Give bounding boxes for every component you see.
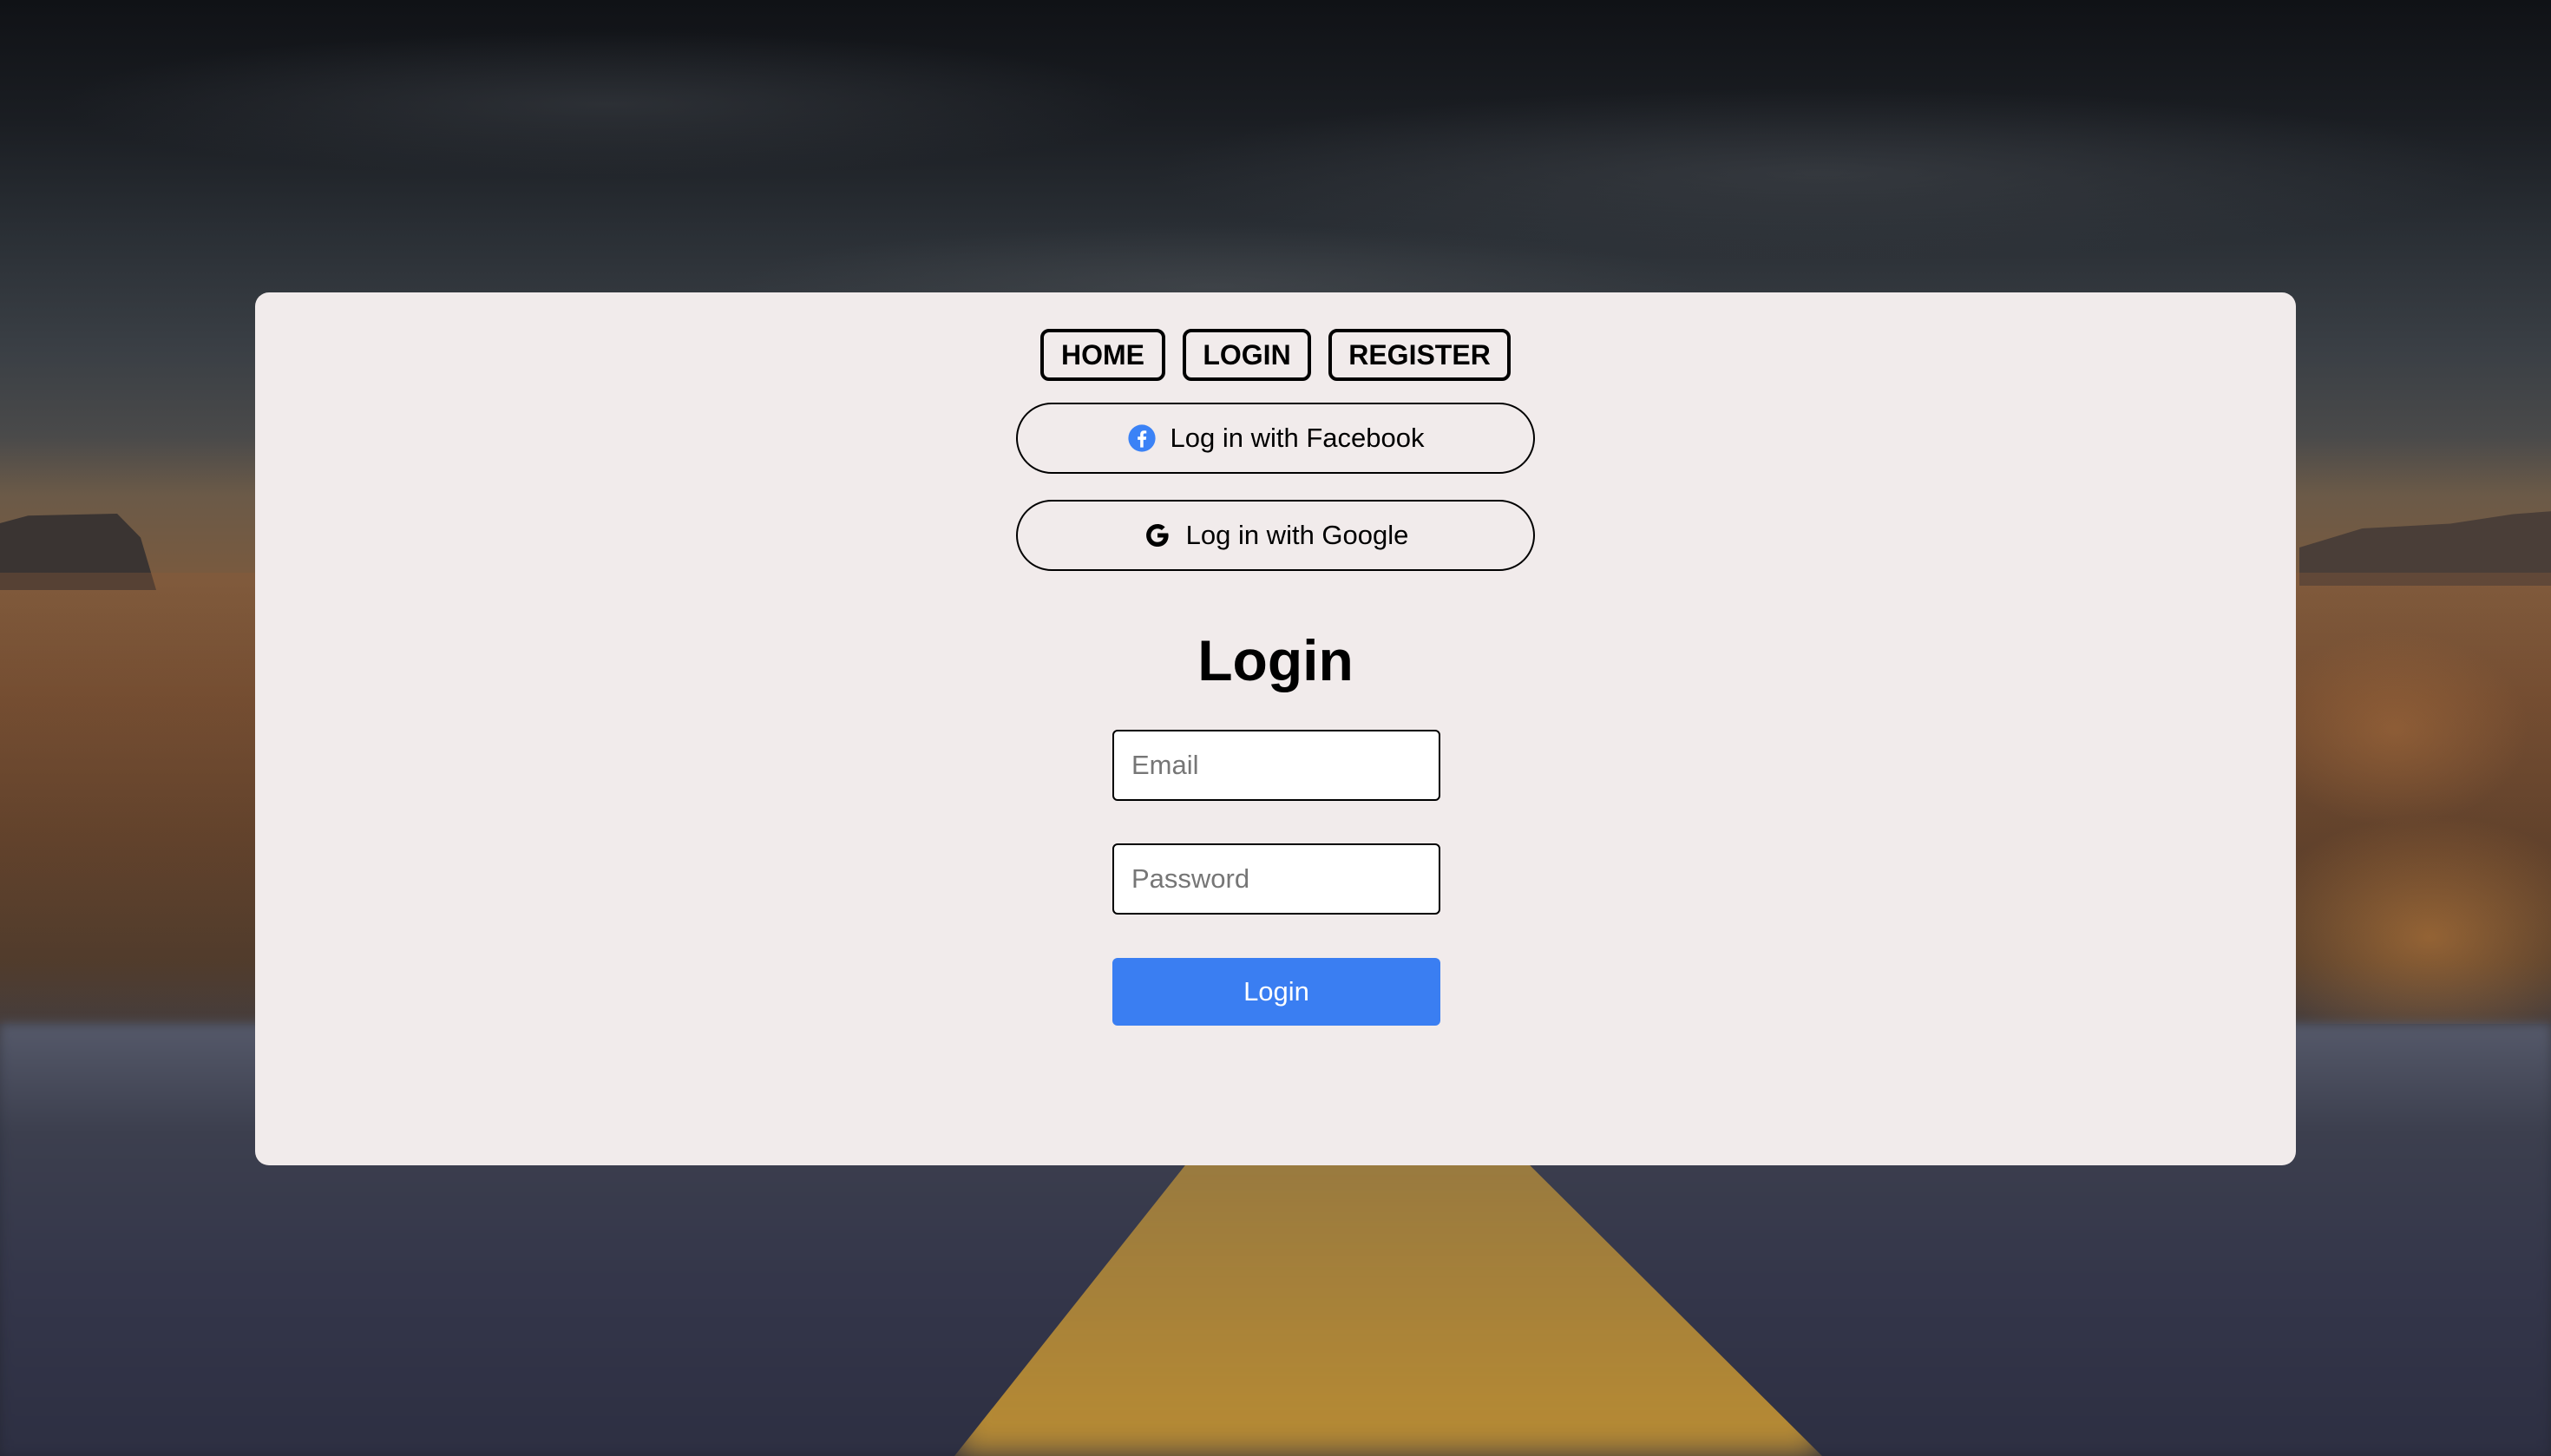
nav-register-button[interactable]: REGISTER — [1328, 329, 1511, 381]
facebook-icon — [1127, 423, 1157, 453]
google-login-label: Log in with Google — [1185, 520, 1409, 550]
login-submit-button[interactable]: Login — [1112, 958, 1440, 1026]
google-login-button[interactable]: Log in with Google — [1016, 500, 1535, 571]
login-card: HOME LOGIN REGISTER Log in with Facebook… — [255, 292, 2296, 1165]
nav-login-button[interactable]: LOGIN — [1183, 329, 1311, 381]
google-icon — [1143, 521, 1172, 550]
password-input[interactable] — [1112, 843, 1440, 915]
page-title: Login — [1197, 628, 1354, 692]
email-input[interactable] — [1112, 730, 1440, 801]
facebook-login-label: Log in with Facebook — [1170, 423, 1425, 453]
facebook-login-button[interactable]: Log in with Facebook — [1016, 403, 1535, 474]
background-mesa-right — [2299, 511, 2551, 586]
top-nav: HOME LOGIN REGISTER — [255, 329, 2296, 381]
nav-home-button[interactable]: HOME — [1040, 329, 1165, 381]
